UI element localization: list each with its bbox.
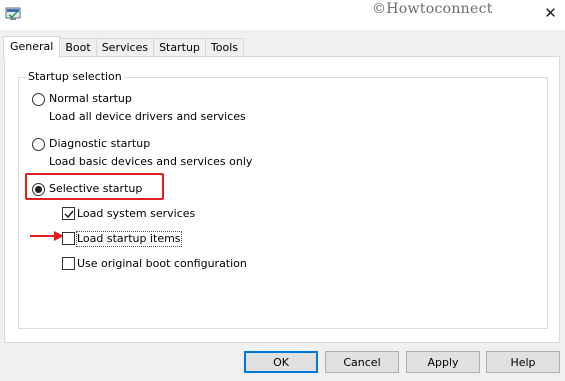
use-original-boot-config-label[interactable]: Use original boot configuration <box>77 257 247 271</box>
diagnostic-startup-desc: Load basic devices and services only <box>49 155 253 168</box>
load-system-services-label[interactable]: Load system services <box>77 207 195 221</box>
normal-startup-desc: Load all device drivers and services <box>49 110 246 123</box>
tab-services[interactable]: Services <box>95 38 155 57</box>
group-title: Startup selection <box>26 70 124 84</box>
annotation-highlight-box <box>25 173 164 200</box>
watermark-text: ©Howtoconnect <box>372 1 493 17</box>
load-startup-items-label[interactable]: Load startup items <box>76 231 182 247</box>
checkmark-icon <box>64 210 74 219</box>
diagnostic-startup-radio[interactable] <box>32 138 45 151</box>
apply-button[interactable]: Apply <box>406 351 480 373</box>
cancel-button[interactable]: Cancel <box>325 351 399 373</box>
tab-boot[interactable]: Boot <box>59 38 97 57</box>
tab-strip: General Boot Services Startup Tools <box>3 36 245 58</box>
load-startup-items-checkbox[interactable] <box>62 232 75 245</box>
msconfig-app-icon <box>5 7 21 20</box>
tab-startup[interactable]: Startup <box>153 38 206 57</box>
general-tab-panel: Startup selection Normal startup Load al… <box>4 56 560 343</box>
normal-startup-label[interactable]: Normal startup <box>49 92 132 106</box>
use-original-boot-config-checkbox[interactable] <box>62 257 75 270</box>
help-button[interactable]: Help <box>486 351 560 373</box>
diagnostic-startup-label[interactable]: Diagnostic startup <box>49 137 150 151</box>
title-bar: ©Howtoconnect ✕ <box>0 0 565 30</box>
normal-startup-radio[interactable] <box>32 93 45 106</box>
close-icon[interactable]: ✕ <box>536 0 565 26</box>
red-arrow-icon <box>30 231 64 241</box>
ok-button[interactable]: OK <box>244 351 318 373</box>
tab-tools[interactable]: Tools <box>204 38 245 57</box>
tab-general[interactable]: General <box>3 36 61 58</box>
load-system-services-checkbox[interactable] <box>62 207 75 220</box>
